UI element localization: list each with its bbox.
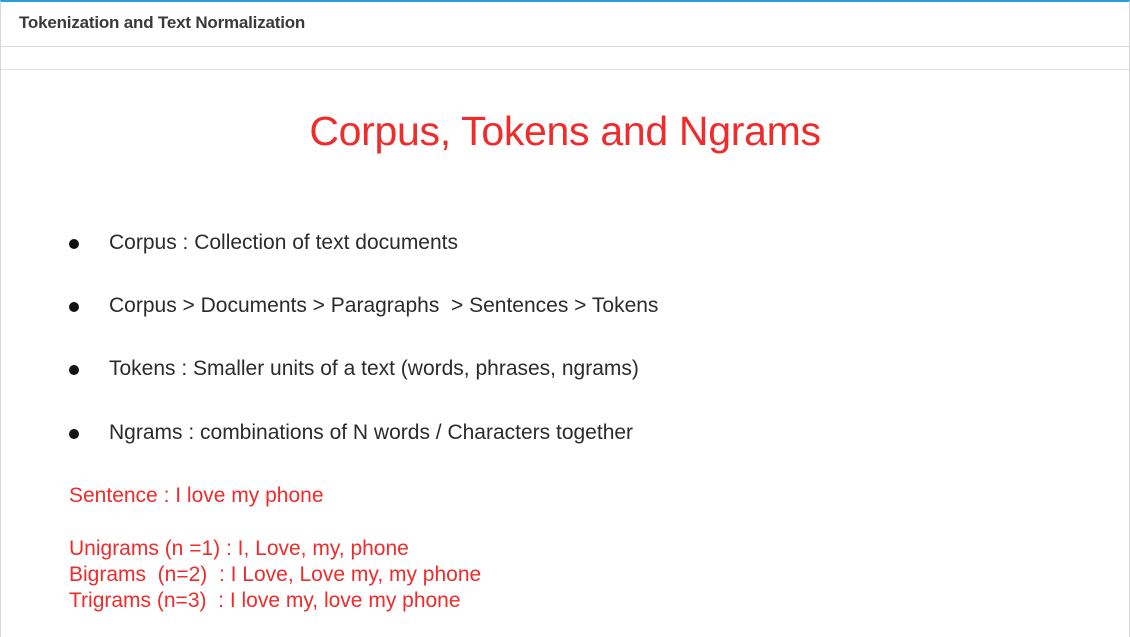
bullet-dot-icon [69,429,79,439]
example-sentence: Sentence : I love my phone [69,484,324,507]
page-title: Tokenization and Text Normalization [19,13,306,32]
bullet-dot-icon [69,239,79,249]
bullet-dot-icon [69,302,79,312]
toolbar-strip [1,48,1129,70]
window-frame: Tokenization and Text Normalization Corp… [0,0,1130,637]
bullet-dot-icon [69,365,79,375]
trigram-example: Trigrams (n=3) : I love my, love my phon… [69,589,461,612]
bullet-text: Ngrams : combinations of N words / Chara… [109,421,634,444]
slide-title: Corpus, Tokens and Ngrams [309,108,821,154]
bigram-example: Bigrams (n=2) : I Love, Love my, my phon… [69,563,482,586]
slide-content: Corpus, Tokens and Ngrams Corpus : Colle… [1,71,1129,637]
bullet-text: Corpus : Collection of text documents [109,231,459,254]
header-bar: Tokenization and Text Normalization [1,2,1129,47]
bullet-text: Tokens : Smaller units of a text (words,… [109,357,639,380]
bullet-text: Corpus > Documents > Paragraphs > Senten… [109,294,659,317]
unigram-example: Unigrams (n =1) : I, Love, my, phone [69,537,409,560]
